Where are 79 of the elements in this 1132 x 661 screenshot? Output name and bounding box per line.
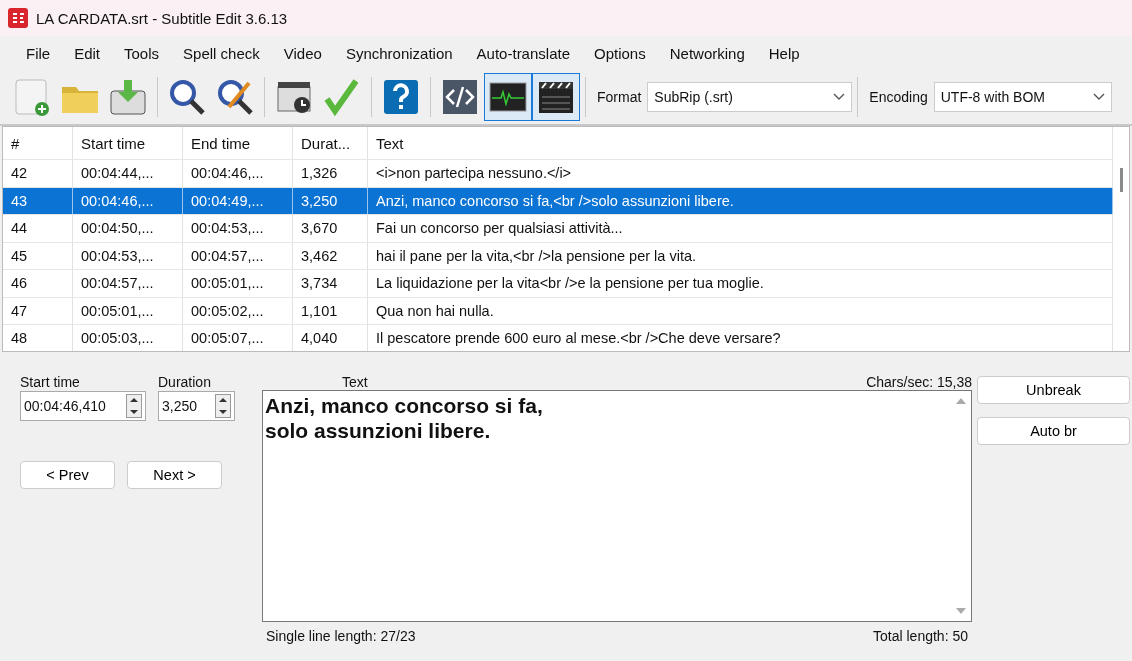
chars-per-sec-label: Chars/sec: 15,38 bbox=[866, 374, 972, 390]
subtitle-row[interactable]: 46 00:04:57,... 00:05:01,... 3,734 La liquidazione per la vita<br />e la pensione per tua moglie. bbox=[3, 270, 1113, 298]
table-cell: 44 bbox=[3, 215, 73, 242]
format-label: Format bbox=[597, 89, 642, 105]
column-header[interactable]: End time bbox=[183, 127, 293, 159]
duration-label: Duration bbox=[158, 374, 212, 390]
table-cell: 00:05:01,... bbox=[73, 297, 183, 324]
single-line-length-label: Single line length: 27/23 bbox=[266, 628, 416, 644]
start-time-label: Start time bbox=[20, 374, 81, 390]
column-header[interactable]: # bbox=[3, 127, 73, 159]
encoding-dropdown[interactable]: UTF-8 with BOM bbox=[933, 82, 1112, 112]
help-icon bbox=[381, 77, 421, 117]
chevron-icon bbox=[833, 93, 846, 101]
encoding-label: Encoding bbox=[869, 89, 928, 105]
start-time-field[interactable]: 00:04:46,410 bbox=[20, 391, 146, 421]
new-file-icon bbox=[12, 77, 52, 117]
table-cell: 43 bbox=[3, 187, 73, 214]
format-dropdown[interactable]: SubRip (.srt) bbox=[647, 82, 853, 112]
text-label: Text bbox=[342, 374, 368, 390]
search-icon bbox=[167, 77, 207, 117]
subtitle-row[interactable]: 43 00:04:46,... 00:04:49,... 3,250 Anzi, manco concorso si fa,<br />solo assunzioni libere. bbox=[3, 187, 1113, 215]
menu-item[interactable]: Synchronization bbox=[333, 44, 465, 62]
toolbar-button[interactable] bbox=[532, 73, 580, 121]
menu-item[interactable]: Networking bbox=[657, 44, 757, 62]
unbreak-button[interactable]: Unbreak bbox=[977, 376, 1130, 404]
scrollbar-thumb[interactable] bbox=[1119, 168, 1123, 192]
table-cell: 47 bbox=[3, 297, 73, 324]
table-cell: 00:04:44,... bbox=[73, 160, 183, 187]
toolbar-button[interactable] bbox=[484, 73, 532, 121]
menu-item[interactable]: Tools bbox=[112, 44, 172, 62]
menu-item[interactable]: Spell check bbox=[171, 44, 272, 62]
code-icon bbox=[440, 77, 480, 117]
next-button[interactable]: Next > bbox=[127, 461, 222, 489]
subtitle-row[interactable]: 47 00:05:01,... 00:05:02,... 1,101 Qua non hai nulla. bbox=[3, 297, 1113, 325]
table-cell: 3,462 bbox=[293, 242, 368, 269]
chevron-icon bbox=[1092, 93, 1105, 101]
table-cell: 00:04:57,... bbox=[183, 242, 293, 269]
menu-item[interactable]: Help bbox=[756, 44, 812, 62]
table-cell: 00:04:46,... bbox=[73, 187, 183, 214]
table-cell: 48 bbox=[3, 325, 73, 351]
table-cell: 00:05:01,... bbox=[183, 270, 293, 297]
table-cell: 00:04:57,... bbox=[73, 270, 183, 297]
download-icon bbox=[108, 77, 148, 117]
column-header[interactable]: Durat... bbox=[293, 127, 368, 159]
table-cell: 00:05:07,... bbox=[183, 325, 293, 351]
table-cell: 00:04:49,... bbox=[183, 187, 293, 214]
column-header[interactable]: Start time bbox=[73, 127, 183, 159]
spinner-arrows-icon[interactable] bbox=[215, 394, 231, 418]
menu-item[interactable]: Auto-translate bbox=[464, 44, 582, 62]
app-logo-icon bbox=[8, 8, 28, 28]
table-cell: 00:05:02,... bbox=[183, 297, 293, 324]
auto-break-button[interactable]: Auto br bbox=[977, 417, 1130, 445]
duration-field[interactable]: 3,250 bbox=[158, 391, 235, 421]
menu-item[interactable]: Edit bbox=[62, 44, 113, 62]
menu-item[interactable]: Video bbox=[271, 44, 334, 62]
table-cell: 00:04:50,... bbox=[73, 215, 183, 242]
table-cell: 1,101 bbox=[293, 297, 368, 324]
table-cell: 3,250 bbox=[293, 187, 368, 214]
table-cell: 42 bbox=[3, 160, 73, 187]
subtitle-row[interactable]: 45 00:04:53,... 00:04:57,... 3,462 hai il pane per la vita,<br />la pensione per la vita. bbox=[3, 242, 1113, 270]
table-cell: 00:05:03,... bbox=[73, 325, 183, 351]
subtitle-row[interactable]: 44 00:04:50,... 00:04:53,... 3,670 Fai un concorso per qualsiasi attività... bbox=[3, 215, 1113, 243]
table-cell: 3,734 bbox=[293, 270, 368, 297]
spinner-arrows-icon[interactable] bbox=[126, 394, 142, 418]
prev-button[interactable]: < Prev bbox=[20, 461, 115, 489]
subtitle-row[interactable]: 42 00:04:44,... 00:04:46,... 1,326 <i>non partecipa nessuno.</i> bbox=[3, 160, 1113, 188]
search-pencil-icon bbox=[215, 77, 255, 117]
table-cell: 1,326 bbox=[293, 160, 368, 187]
total-length-label: Total length: 50 bbox=[873, 628, 968, 644]
table-cell: 46 bbox=[3, 270, 73, 297]
table-cell: 45 bbox=[3, 242, 73, 269]
window-title: LA CARDATA.srt - Subtitle Edit 3.6.13 bbox=[36, 9, 288, 27]
menu-item[interactable]: Options bbox=[582, 44, 658, 62]
table-cell: 00:04:53,... bbox=[183, 215, 293, 242]
table-cell: 00:04:53,... bbox=[73, 242, 183, 269]
table-cell: 3,670 bbox=[293, 215, 368, 242]
table-cell: 00:04:46,... bbox=[183, 160, 293, 187]
table-cell: 4,040 bbox=[293, 325, 368, 351]
menu-item[interactable]: File bbox=[14, 44, 63, 62]
